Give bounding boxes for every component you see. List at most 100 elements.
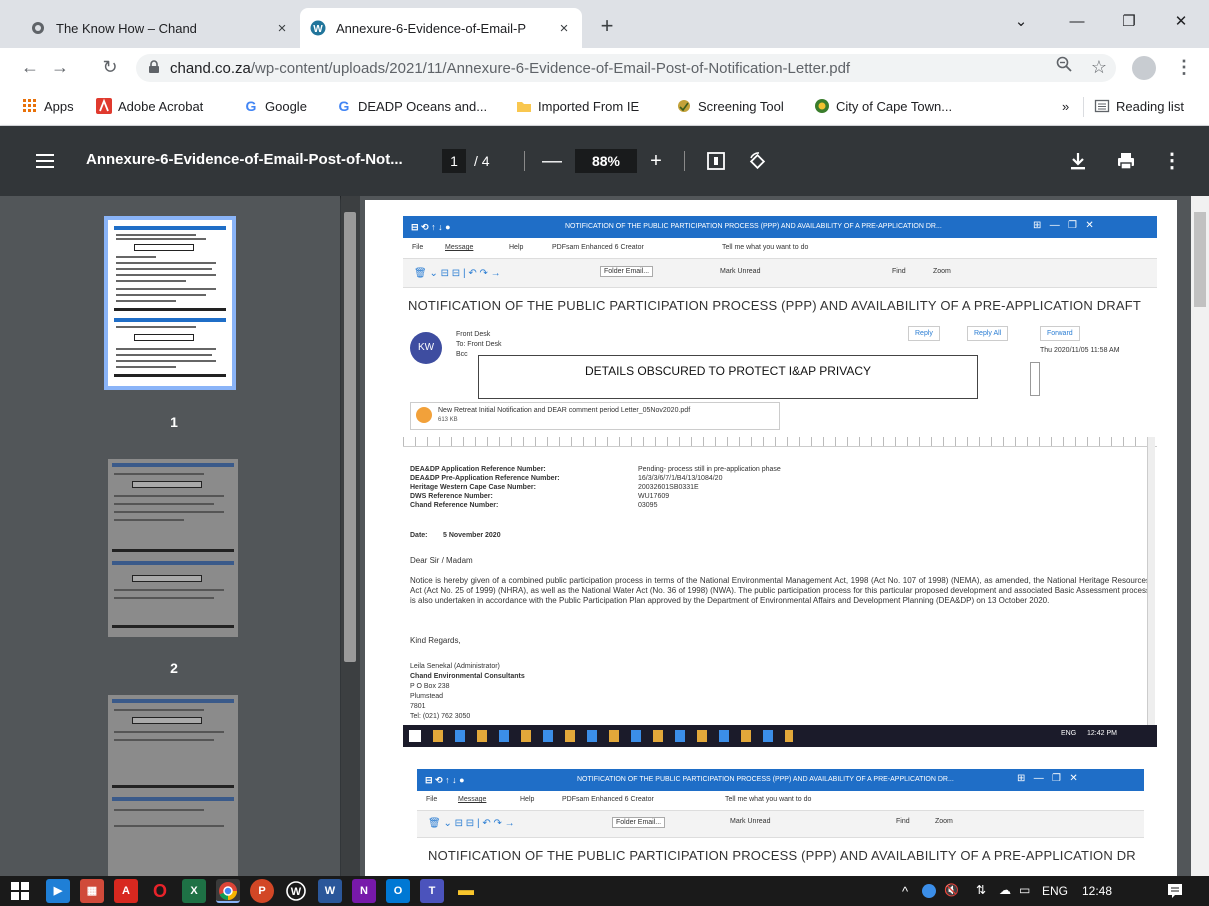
page-thumbnail-3[interactable] [108,695,238,876]
zoom-out-icon[interactable]: — [540,149,564,173]
page-thumbnail-2[interactable] [108,459,238,637]
ref-label-1: DEA&DP Application Reference Number: [410,466,546,473]
powerpoint-icon[interactable]: P [250,879,274,903]
toolbar-divider [524,151,525,171]
page-thumbnail-1[interactable] [104,216,236,390]
letter-salutation: Dear Sir / Madam [410,556,473,565]
letter-date-label: Date: [410,532,428,539]
network-icon[interactable]: ⇅ [976,883,986,897]
show-hidden-icons[interactable]: ^ [902,884,908,899]
bookmark-star-icon[interactable]: ☆ [1087,55,1111,79]
bookmark-adobe-acrobat[interactable]: Adobe Acrobat [96,95,203,117]
url-text[interactable]: chand.co.za/wp-content/uploads/2021/11/A… [170,60,850,77]
notifications-icon[interactable] [1166,882,1184,900]
onenote-icon[interactable]: N [352,879,376,903]
signature-company: Chand Environmental Consultants [410,673,525,680]
sidebar-scrollbar-thumb[interactable] [344,212,356,662]
display-icon[interactable]: ▭ [1019,883,1030,897]
new-tab-button[interactable]: + [594,14,620,40]
ribbon-mark-unread: Mark Unread [730,818,771,825]
google-icon: G [338,98,350,114]
outlook-window-title: NOTIFICATION OF THE PUBLIC PARTICIPATION… [577,776,954,783]
sidebar-menu-icon[interactable] [34,149,58,173]
email-reply-all-button: Reply All [967,326,1009,341]
zoom-in-icon[interactable]: + [644,149,668,173]
outlook-ribbon [417,810,1144,838]
embedded-clock: 12:42 PM [1087,730,1117,737]
attachment-size: 613 KB [438,417,458,423]
outlook-quick-access-icons: ⊟ ⟲ ↑ ↓ ● [411,222,451,232]
onedrive-icon[interactable]: ☁ [999,883,1011,897]
page-number-input[interactable]: 1 [442,149,466,173]
file-explorer-icon[interactable]: ▬ [454,879,478,903]
download-icon[interactable] [1066,149,1090,173]
volume-muted-icon[interactable]: 🔇 [944,883,959,897]
opera-icon[interactable]: O [148,879,172,903]
input-language[interactable]: ENG [1042,884,1068,898]
letter-date-value: 5 November 2020 [443,532,501,539]
zoom-icon[interactable] [1055,55,1079,79]
tab-the-know-how[interactable]: The Know How – Chand × [20,8,300,48]
ribbon-tab-pdfsam: PDFsam Enhanced 6 Creator [552,244,644,251]
chrome-icon[interactable] [216,879,240,903]
letter-regards: Kind Regards, [410,636,461,645]
profile-avatar[interactable] [1132,56,1156,80]
print-icon[interactable] [1114,149,1138,173]
wordpress-icon[interactable]: W [284,879,308,903]
ribbon-zoom: Zoom [933,268,951,275]
close-tab-icon[interactable]: × [274,20,290,37]
outlook-window-title: NOTIFICATION OF THE PUBLIC PARTICIPATION… [565,223,942,230]
outlook-icon[interactable]: O [386,879,410,903]
tray-app-icon[interactable] [922,884,936,898]
recipient-scroll-widget [1030,362,1040,396]
tab-annexure-pdf[interactable]: W Annexure-6-Evidence-of-Email-P × [300,8,582,48]
ribbon-tab-help: Help [509,244,524,251]
teams-icon[interactable]: T [420,879,444,903]
back-button[interactable]: ← [18,55,42,79]
restore-button[interactable]: ❐ [1106,10,1152,36]
close-window-button[interactable]: ✕ [1158,10,1204,36]
reload-button[interactable]: ↻ [98,55,122,79]
bookmark-label: DEADP Oceans and... [358,98,488,114]
bookmark-deadp-oceans[interactable]: G DEADP Oceans and... [336,95,488,117]
menu-kebab-icon[interactable]: ⋮ [1172,55,1196,79]
forward-button[interactable]: → [48,55,72,79]
pdf-filename: Annexure-6-Evidence-of-Email-Post-of-Not… [86,151,403,168]
rotate-icon[interactable] [746,149,770,173]
excel-icon[interactable]: X [182,879,206,903]
media-player-icon[interactable]: ▶ [46,879,70,903]
close-tab-icon[interactable]: × [556,20,572,37]
ribbon-find: Find [896,818,910,825]
bookmark-screening-tool[interactable]: Screening Tool [676,95,784,117]
sender-avatar: KW [410,332,442,364]
bookmark-apps[interactable]: Apps [22,95,74,117]
fit-page-icon[interactable] [704,149,728,173]
pdf-attachment-icon [416,407,432,423]
bookmark-label: Adobe Acrobat [118,98,204,114]
outlook-title-bar: ⊟ ⟲ ↑ ↓ ● NOTIFICATION OF THE PUBLIC PAR… [403,216,1157,238]
letter-body: Notice is hereby given of a combined pub… [410,576,1150,605]
google-icon: G [245,98,257,114]
minimize-button[interactable]: — [1054,10,1100,36]
bookmark-google[interactable]: G Google [243,95,307,117]
word-icon[interactable]: W [318,879,342,903]
bookmark-imported-from-ie[interactable]: Imported From IE [516,95,639,117]
start-icon[interactable] [8,879,32,903]
acrobat-icon[interactable]: A [114,879,138,903]
svg-text:W: W [291,886,302,898]
ribbon-action-icons: 🗑 ⌄ ⊟ ⊟ | ↶ ↷ → [414,268,501,279]
system-clock[interactable]: 12:48 [1082,884,1112,898]
signature-address-3: 7801 [410,703,426,710]
bookmark-city-of-cape-town[interactable]: City of Cape Town... [814,95,952,117]
more-options-icon[interactable]: ⋮ [1160,149,1184,173]
signature-address-2: Plumstead [410,693,444,700]
ribbon-find: Find [892,268,906,275]
reading-list-button[interactable]: Reading list [1094,95,1184,117]
more-bookmarks-button[interactable]: » [1062,95,1069,117]
outlook-quick-access-icons: ⊟ ⟲ ↑ ↓ ● [425,775,465,785]
zoom-level-input[interactable]: 88% [575,149,637,173]
lock-icon[interactable] [148,60,160,74]
tab-search-icon[interactable]: ⌄ [998,10,1044,36]
calendar-app-icon[interactable]: ▦ [80,879,104,903]
viewer-scrollbar-thumb[interactable] [1194,212,1206,307]
